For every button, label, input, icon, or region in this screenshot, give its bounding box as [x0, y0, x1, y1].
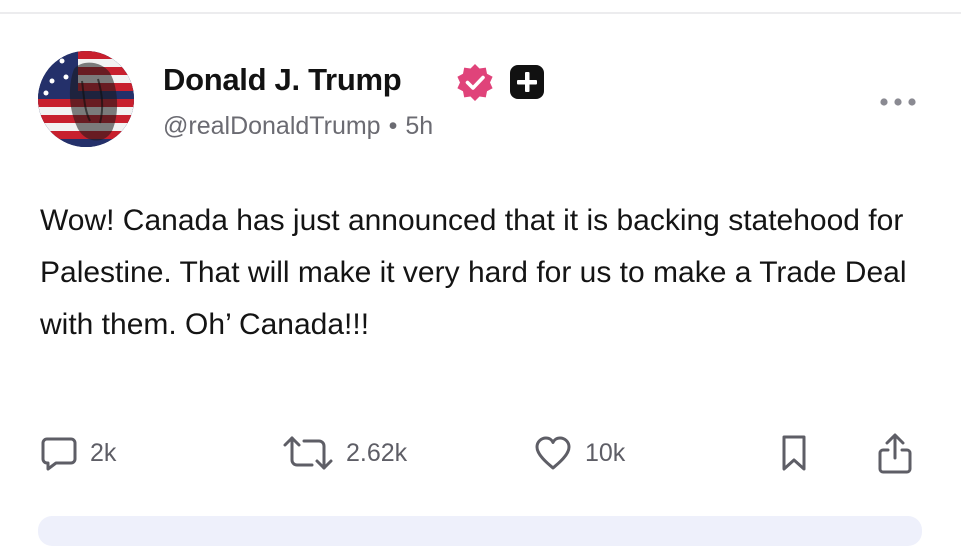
avatar-image [38, 51, 134, 147]
more-horizontal-icon[interactable] [878, 95, 918, 109]
separator-dot: • [388, 112, 398, 140]
reply-button[interactable]: 2k [40, 430, 116, 476]
post-text: Wow! Canada has just announced that it i… [40, 204, 907, 341]
author-display-name[interactable]: Donald J. Trump [163, 62, 402, 98]
reply-count: 2k [90, 438, 117, 467]
repost-count: 2.62k [346, 438, 408, 467]
post-card: Donald J. Trump @realDonaldTrump • 5h Wow!… [0, 0, 961, 546]
repost-arrows-icon [283, 436, 333, 470]
bookmark-icon [782, 435, 806, 471]
avatar[interactable] [38, 51, 134, 147]
plus-badge-icon [510, 65, 544, 99]
author-handle-line: @realDonaldTrump • 5h [163, 112, 433, 141]
next-card-preview [38, 516, 922, 546]
bookmark-button[interactable] [778, 430, 810, 476]
author-handle[interactable]: @realDonaldTrump [163, 112, 381, 140]
heart-icon [535, 436, 571, 470]
share-button[interactable] [875, 430, 915, 476]
share-upload-icon [878, 433, 912, 474]
post-timestamp[interactable]: 5h [405, 112, 433, 140]
like-button[interactable]: 10k [533, 430, 625, 476]
comment-bubble-icon [41, 437, 77, 471]
verified-badge-icon [457, 64, 493, 101]
repost-button[interactable]: 2.62k [282, 430, 407, 476]
like-count: 10k [585, 438, 626, 467]
